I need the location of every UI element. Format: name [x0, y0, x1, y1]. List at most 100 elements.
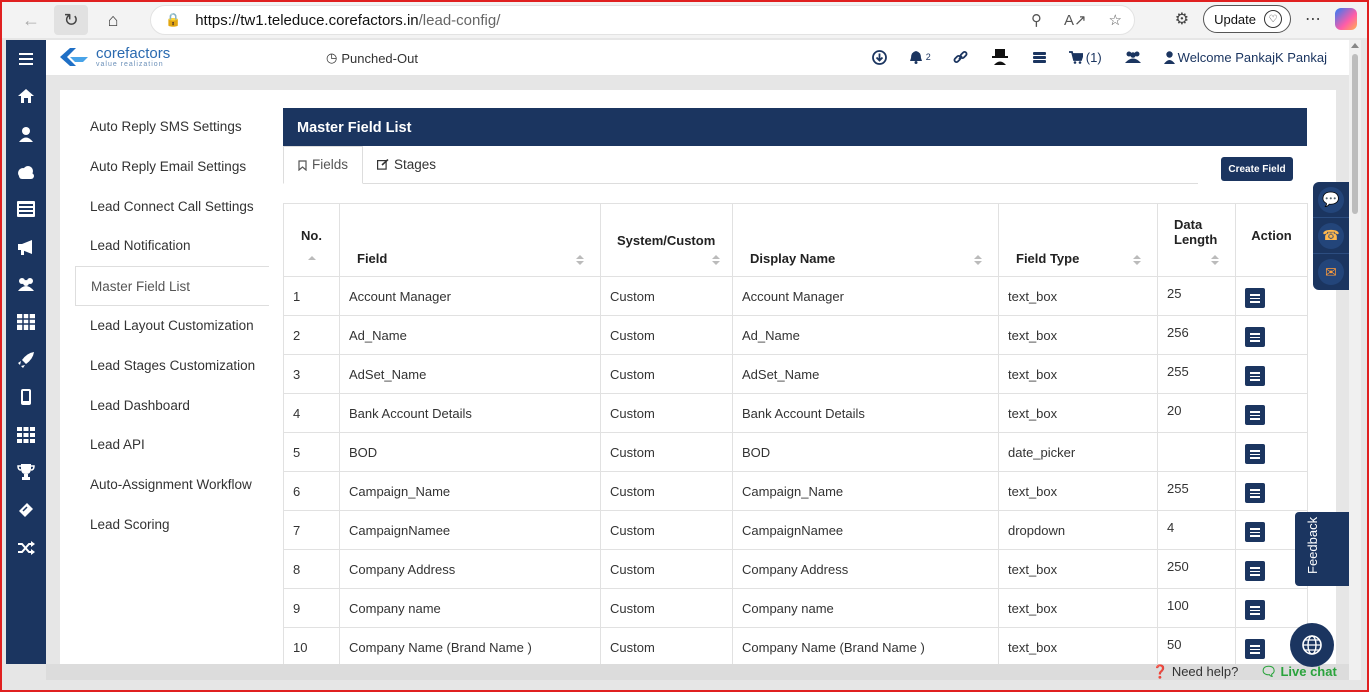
team-icon[interactable]: [1124, 50, 1142, 64]
language-globe-button[interactable]: [1290, 623, 1334, 667]
chat-bubble-icon: 💬: [1318, 186, 1344, 213]
cell-field-type: text_box: [998, 276, 1158, 316]
header-data-length[interactable]: Data Length: [1157, 203, 1236, 277]
submenu-item-auto-reply-sms[interactable]: Auto Reply SMS Settings: [75, 107, 269, 147]
more-options-icon[interactable]: ⋯: [1305, 9, 1321, 29]
mobile-icon[interactable]: [6, 378, 46, 416]
coins-icon[interactable]: [1032, 51, 1047, 64]
submenu-item-master-field-list[interactable]: Master Field List: [75, 266, 269, 306]
page-scrollbar[interactable]: [1349, 40, 1361, 664]
action-menu-icon[interactable]: [1245, 405, 1265, 426]
cell-field-type: text_box: [998, 315, 1158, 355]
extensions-icon[interactable]: ⚙: [1175, 9, 1189, 29]
notifications-button[interactable]: 2: [909, 50, 931, 64]
table-icon[interactable]: [6, 303, 46, 341]
notification-count: 2: [925, 52, 931, 62]
sort-icon: [712, 255, 720, 265]
cart-button[interactable]: (1): [1068, 50, 1102, 65]
action-menu-icon[interactable]: [1245, 444, 1265, 465]
clock-icon: ◷: [326, 50, 338, 65]
punch-status[interactable]: ◷ Punched-Out: [326, 50, 418, 66]
action-menu-icon[interactable]: [1245, 483, 1265, 504]
tab-fields[interactable]: Fields: [283, 146, 364, 184]
link-icon[interactable]: [953, 50, 968, 65]
live-chat-link[interactable]: 🗨 Live chat: [1260, 664, 1337, 680]
menu-icon[interactable]: [6, 40, 46, 78]
home-icon[interactable]: ⌂: [96, 5, 130, 35]
read-aloud-icon[interactable]: A↗: [1064, 11, 1087, 29]
cell-field-type: text_box: [998, 354, 1158, 394]
header-field[interactable]: Field: [339, 203, 601, 277]
header-field-type[interactable]: Field Type: [998, 203, 1158, 277]
corefactors-logo[interactable]: corefactors value realization: [58, 46, 170, 68]
need-help-link[interactable]: ❓ Need help?: [1152, 664, 1238, 680]
url-host: https://tw1.teleduce.corefactors.in: [195, 11, 419, 29]
submenu-item-lead-stages[interactable]: Lead Stages Customization: [75, 346, 269, 386]
submenu-item-lead-notification[interactable]: Lead Notification: [75, 226, 269, 266]
submenu-item-lead-layout[interactable]: Lead Layout Customization: [75, 306, 269, 346]
action-menu-icon[interactable]: [1245, 600, 1265, 621]
header-no[interactable]: No.: [283, 203, 340, 277]
action-menu-icon[interactable]: [1245, 366, 1265, 387]
logo-name: corefactors: [96, 45, 171, 62]
update-button[interactable]: Update ♡: [1203, 5, 1291, 33]
agent-icon[interactable]: [990, 48, 1010, 66]
action-menu-icon[interactable]: [1245, 522, 1265, 543]
submenu-item-auto-reply-email[interactable]: Auto Reply Email Settings: [75, 147, 269, 187]
address-bar[interactable]: 🔒 https://tw1.teleduce.corefactors.in/le…: [150, 5, 1135, 35]
cloud-icon[interactable]: [6, 153, 46, 191]
action-menu-icon[interactable]: [1245, 288, 1265, 309]
list-icon[interactable]: [6, 190, 46, 228]
cell-no: 6: [283, 471, 340, 511]
chat-widget-button[interactable]: 💬: [1313, 182, 1349, 218]
submenu-item-lead-scoring[interactable]: Lead Scoring: [75, 505, 269, 545]
cell-data-length: 20: [1157, 393, 1236, 433]
create-field-button[interactable]: Create Field: [1221, 157, 1293, 181]
refresh-icon[interactable]: ↻: [54, 5, 88, 35]
user-icon[interactable]: [6, 115, 46, 153]
submenu-item-lead-dashboard[interactable]: Lead Dashboard: [75, 386, 269, 426]
header-system-custom[interactable]: System/Custom: [600, 203, 733, 277]
scrollbar-thumb[interactable]: [1352, 54, 1358, 214]
table-row: 10 Company Name (Brand Name ) Custom Compan…: [283, 627, 1308, 664]
cell-action: [1235, 588, 1308, 628]
cell-field: Campaign_Name: [339, 471, 601, 511]
tab-stages-label: Stages: [394, 156, 437, 172]
home-icon[interactable]: [6, 78, 46, 116]
ticket-icon[interactable]: [6, 491, 46, 529]
cell-system: Custom: [600, 354, 733, 394]
download-icon[interactable]: [871, 49, 887, 65]
submenu-item-lead-api[interactable]: Lead API: [75, 425, 269, 465]
grid-icon[interactable]: [6, 416, 46, 454]
user-menu[interactable]: Welcome PankajK Pankaj: [1163, 50, 1327, 65]
rocket-icon[interactable]: [6, 341, 46, 379]
cell-system: Custom: [600, 588, 733, 628]
tab-stages[interactable]: Stages: [363, 146, 450, 183]
header-no-label: No.: [301, 227, 322, 243]
browser-toolbar: ← ↻ ⌂ 🔒 https://tw1.teleduce.corefactors…: [2, 2, 1367, 38]
copilot-icon[interactable]: [1335, 8, 1357, 30]
trophy-icon[interactable]: [6, 454, 46, 492]
heart-icon: ♡: [1264, 10, 1282, 28]
cell-no: 9: [283, 588, 340, 628]
cell-display-name: Company Address: [732, 549, 999, 589]
megaphone-icon[interactable]: [6, 228, 46, 266]
zoom-icon[interactable]: ⚲: [1031, 11, 1042, 29]
action-menu-icon[interactable]: [1245, 639, 1265, 660]
header-display-name[interactable]: Display Name: [732, 203, 999, 277]
shuffle-icon[interactable]: [6, 529, 46, 567]
call-widget-button[interactable]: ☎: [1313, 218, 1349, 254]
email-widget-button[interactable]: ✉: [1313, 254, 1349, 290]
cell-display-name: Company name: [732, 588, 999, 628]
feedback-tab[interactable]: Feedback: [1295, 512, 1349, 586]
cell-action: [1235, 393, 1308, 433]
users-icon[interactable]: [6, 266, 46, 304]
action-menu-icon[interactable]: [1245, 561, 1265, 582]
submenu-item-auto-assignment[interactable]: Auto-Assignment Workflow: [75, 465, 269, 505]
favorite-star-icon[interactable]: ☆: [1109, 11, 1122, 29]
back-icon[interactable]: ←: [14, 5, 48, 35]
cell-system: Custom: [600, 627, 733, 664]
cell-no: 4: [283, 393, 340, 433]
action-menu-icon[interactable]: [1245, 327, 1265, 348]
submenu-item-lead-connect-call[interactable]: Lead Connect Call Settings: [75, 187, 269, 227]
